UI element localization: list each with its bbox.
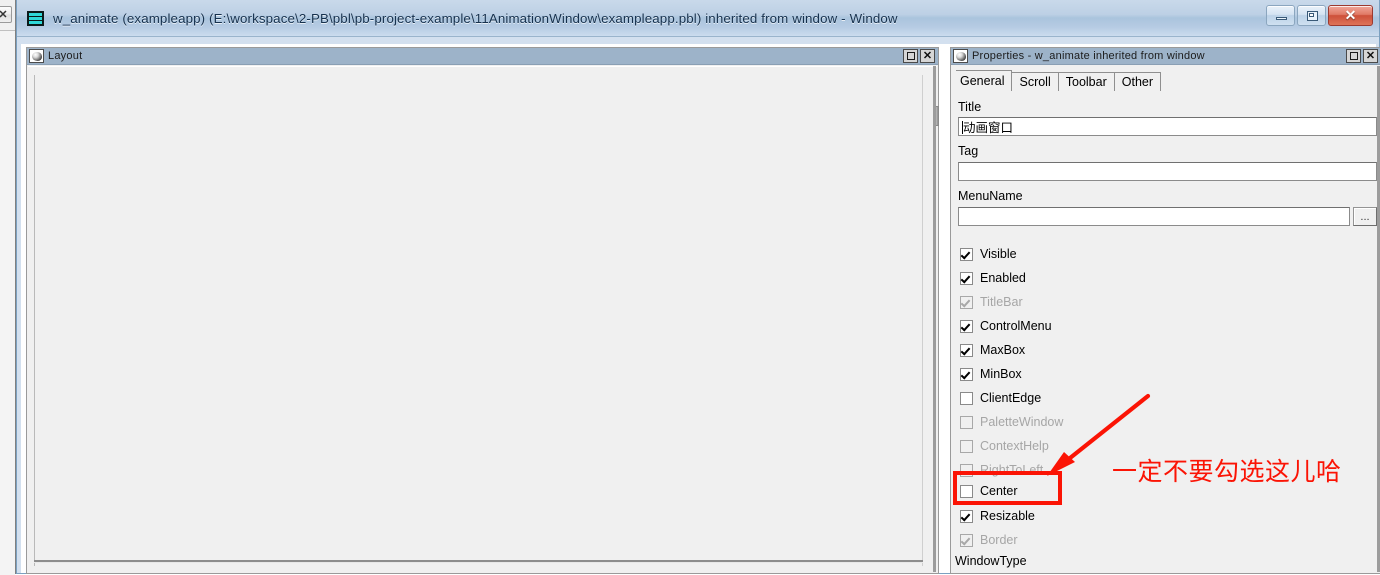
- background-window-stub: ✕: [0, 0, 16, 575]
- powerbuilder-painter-icon: [953, 49, 968, 63]
- layout-design-canvas[interactable]: [28, 66, 939, 572]
- checkbox-resizable[interactable]: Resizable: [960, 508, 1035, 524]
- checkbox-controlmenu[interactable]: ControlMenu: [960, 318, 1052, 334]
- checkbox-label: MinBox: [980, 367, 1022, 381]
- checkbox-enabled[interactable]: Enabled: [960, 270, 1026, 286]
- layout-window-titlebar[interactable]: Layout ✕: [27, 48, 938, 65]
- checkbox-box: [960, 391, 973, 405]
- checkbox-box: [960, 271, 973, 285]
- checkbox-contexthelp: ContextHelp: [960, 438, 1049, 454]
- powerbuilder-painter-icon: [29, 49, 44, 63]
- window-title: w_animate (exampleapp) (E:\workspace\2-P…: [53, 10, 898, 26]
- maximize-icon: [907, 52, 915, 60]
- minimize-icon: [1276, 17, 1287, 20]
- layout-window-title: Layout: [48, 50, 83, 62]
- checkbox-label: TitleBar: [980, 295, 1023, 309]
- properties-tab-strip: General Scroll Toolbar Other: [956, 70, 1380, 91]
- checkbox-box: [960, 439, 973, 453]
- properties-maximize-button[interactable]: [1346, 49, 1361, 63]
- properties-window-titlebar[interactable]: Properties - w_animate inherited from wi…: [951, 48, 1380, 65]
- checkbox-clientedge[interactable]: ClientEdge: [960, 390, 1041, 406]
- checkbox-label: Resizable: [980, 509, 1035, 523]
- checkbox-palettewindow: PaletteWindow: [960, 414, 1063, 430]
- checkbox-center[interactable]: Center: [960, 483, 1018, 499]
- tag-field-label: Tag: [958, 144, 979, 158]
- checkbox-label: Center: [980, 484, 1018, 498]
- layout-maximize-button[interactable]: [903, 49, 918, 63]
- close-icon: ✕: [922, 50, 933, 62]
- window-titlebar: w_animate (exampleapp) (E:\workspace\2-P…: [17, 0, 1379, 37]
- maximize-icon: [1350, 52, 1358, 60]
- checkbox-box: [960, 295, 973, 309]
- checkbox-label: ControlMenu: [980, 319, 1052, 333]
- checkbox-box: [960, 367, 973, 381]
- layout-close-button[interactable]: ✕: [920, 49, 935, 63]
- background-window-body: [0, 30, 15, 575]
- window-controls: ✕: [1266, 5, 1373, 26]
- checkbox-minbox[interactable]: MinBox: [960, 366, 1022, 382]
- tab-general[interactable]: General: [956, 70, 1013, 91]
- title-input-value: 动画窗口: [963, 120, 1014, 135]
- checkbox-border: Border: [960, 532, 1018, 548]
- menuname-field-label: MenuName: [958, 189, 1023, 203]
- tab-scroll[interactable]: Scroll: [1011, 72, 1059, 91]
- layout-bottom-divider: [34, 560, 923, 562]
- layout-right-edge: [933, 66, 936, 572]
- checkbox-maxbox[interactable]: MaxBox: [960, 342, 1025, 358]
- checkbox-visible[interactable]: Visible: [960, 246, 1017, 262]
- checkbox-box: [960, 343, 973, 357]
- checkbox-box: [960, 463, 973, 477]
- close-button[interactable]: ✕: [1328, 5, 1373, 26]
- mdi-client-area: Layout ✕ Properties - w_animate inherite…: [21, 44, 1380, 574]
- checkbox-label: Visible: [980, 247, 1017, 261]
- background-window-close-icon[interactable]: ✕: [0, 6, 12, 23]
- tag-input[interactable]: [958, 162, 1377, 181]
- checkbox-label: Enabled: [980, 271, 1026, 285]
- layout-canvas-border: [34, 75, 923, 566]
- checkbox-label: ContextHelp: [980, 439, 1049, 453]
- title-field-label: Title: [958, 100, 982, 114]
- close-icon: ✕: [1344, 7, 1357, 23]
- checkbox-box: [960, 533, 973, 547]
- checkbox-box: [960, 484, 973, 498]
- windowtype-label: WindowType: [955, 554, 1027, 568]
- checkbox-label: RightToLeft: [980, 463, 1044, 477]
- title-input[interactable]: 动画窗口: [958, 117, 1377, 136]
- checkbox-label: PaletteWindow: [980, 415, 1064, 429]
- properties-window-title: Properties - w_animate inherited from wi…: [972, 50, 1205, 62]
- checkbox-label: Border: [980, 533, 1018, 547]
- maximize-button[interactable]: [1297, 5, 1326, 26]
- menuname-input[interactable]: [958, 207, 1350, 226]
- close-icon: ✕: [1365, 50, 1376, 62]
- menuname-browse-button[interactable]: ...: [1353, 207, 1377, 226]
- properties-close-button[interactable]: ✕: [1363, 49, 1378, 63]
- checkbox-label: ClientEdge: [980, 391, 1042, 405]
- checkbox-box: [960, 415, 973, 429]
- tab-toolbar[interactable]: Toolbar: [1057, 72, 1115, 91]
- tab-other[interactable]: Other: [1113, 72, 1162, 91]
- main-window: w_animate (exampleapp) (E:\workspace\2-P…: [16, 0, 1380, 574]
- checkbox-label: MaxBox: [980, 343, 1026, 357]
- checkbox-box: [960, 247, 973, 261]
- powerbuilder-window-icon: [27, 10, 44, 26]
- minimize-button[interactable]: [1266, 5, 1295, 26]
- layout-window: Layout ✕: [26, 47, 939, 574]
- checkbox-titlebar: TitleBar: [960, 294, 1023, 310]
- checkbox-righttoleft: RightToLeft: [960, 462, 1043, 478]
- checkbox-box: [960, 509, 973, 523]
- checkbox-box: [960, 319, 973, 333]
